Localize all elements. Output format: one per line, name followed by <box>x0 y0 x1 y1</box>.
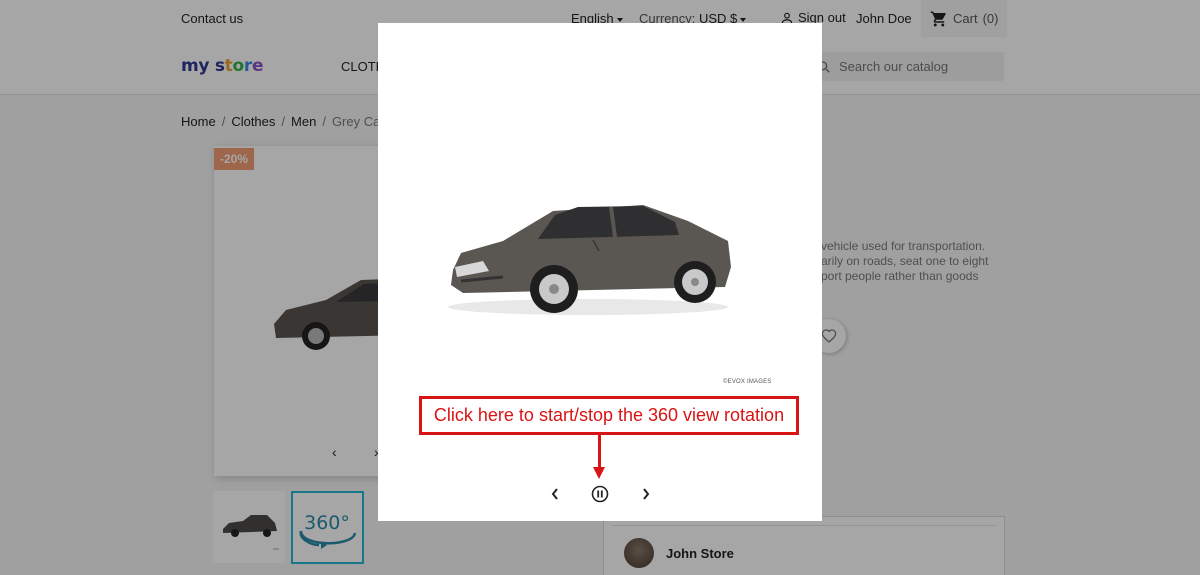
view-360-modal: ©EVOX IMAGES Click here to start/stop th… <box>378 23 822 521</box>
rotation-callout: Click here to start/stop the 360 view ro… <box>419 396 799 435</box>
callout-text: Click here to start/stop the 360 view ro… <box>433 405 785 425</box>
arrow-down-icon <box>593 467 605 479</box>
pause-icon <box>591 485 609 503</box>
chevron-right-icon <box>643 488 650 500</box>
previous-frame-button[interactable] <box>548 486 562 502</box>
chevron-left-icon <box>551 488 558 500</box>
next-frame-button[interactable] <box>639 486 653 502</box>
car-360-image <box>448 205 731 315</box>
play-pause-rotation-button[interactable] <box>591 485 609 503</box>
image-credit: ©EVOX IMAGES <box>723 379 772 385</box>
callout-arrow <box>598 435 601 469</box>
